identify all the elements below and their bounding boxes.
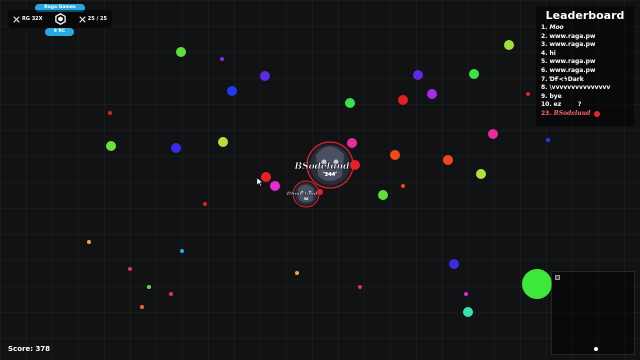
food-pellet (87, 240, 91, 244)
food-pellet (378, 190, 388, 200)
minimap-corner-marker (555, 275, 560, 280)
leaderboard-entry: 2. www.raga.pw (541, 32, 596, 40)
food-pellet (546, 138, 550, 142)
food-pellet (140, 305, 144, 309)
leaderboard-my-entry: 23. BSodeluud (541, 110, 629, 119)
mode-stat: RG 32X (13, 15, 43, 23)
food-pellet (463, 307, 473, 317)
player-name-small: BSodeluud (286, 191, 318, 197)
food-pellet (227, 86, 237, 96)
food-pellet (469, 69, 479, 79)
leaderboard-entry: 3. www.raga.pw (541, 41, 596, 49)
food-pellet (449, 259, 459, 269)
score-display: Score: 378 (8, 345, 50, 353)
crossed-swords-icon (13, 15, 20, 23)
food-pellet (171, 143, 181, 153)
food-pellet (218, 137, 228, 147)
food-pellet (443, 155, 453, 165)
food-pellet (464, 292, 468, 296)
food-pellet (347, 138, 357, 148)
food-pellet (358, 285, 362, 289)
minimap (551, 271, 635, 355)
food-pellet (176, 47, 186, 57)
players-label: 25 / 25 (87, 16, 107, 22)
food-pellet (260, 71, 270, 81)
food-pellet (413, 70, 423, 80)
food-pellet (106, 141, 116, 151)
leaderboard: Leaderboard 1. Moo 2. www.raga.pw 3. www.ra… (536, 6, 634, 126)
my-color-dot (594, 111, 601, 118)
settings-hex-button[interactable] (55, 13, 66, 25)
food-pellet (390, 150, 400, 160)
food-pellet (401, 184, 405, 188)
score-label: Score: (8, 345, 33, 353)
hexagon-icon (55, 13, 66, 25)
food-pellet (180, 249, 184, 253)
leaderboard-entry: 9. bye (541, 92, 562, 100)
score-value: 378 (35, 345, 51, 353)
food-pellet (128, 267, 132, 271)
food-pellet (169, 292, 173, 296)
minimap-player-dot (594, 347, 598, 351)
leaderboard-title: Leaderboard (545, 9, 625, 22)
leaderboard-entry: 7. ƊҒ≺ϟDark (541, 75, 584, 83)
players-icon (79, 15, 86, 23)
players-stat: 25 / 25 (79, 15, 107, 23)
food-pellet (526, 92, 530, 96)
region-badge[interactable]: 9 RC (45, 28, 74, 36)
leaderboard-entry: 4. hi (541, 49, 556, 57)
ejected-mass (317, 189, 323, 195)
enemy-cell (522, 269, 552, 299)
mode-label: RG 32X (22, 16, 43, 22)
player-mass-large: 244 (325, 172, 336, 178)
player-name-large: BSodeluud (294, 162, 351, 172)
food-pellet (295, 271, 299, 275)
food-pellet (427, 89, 437, 99)
food-pellet (147, 285, 151, 289)
food-pellet (398, 95, 408, 105)
food-pellet (108, 111, 112, 115)
leaderboard-entry: 5. www.raga.pw (541, 58, 596, 66)
leaderboard-entry: 6. www.raga.pw (541, 66, 596, 74)
leaderboard-entry: 10. ez ? (541, 101, 582, 109)
ejected-mass (350, 160, 360, 170)
food-pellet (345, 98, 355, 108)
leaderboard-entry: 1. Moo (541, 24, 564, 31)
leaderboard-entry: 8. \vvvvvvvvvvvvvvv (541, 84, 611, 92)
mouse-cursor-icon (257, 178, 263, 186)
food-pellet (476, 169, 486, 179)
food-pellet (504, 40, 514, 50)
food-pellet (220, 57, 224, 61)
food-pellet (488, 129, 498, 139)
food-pellet (203, 202, 207, 206)
player-mass-small: 56 (304, 197, 309, 201)
food-pellet (270, 181, 280, 191)
server-panel: RG 32X 25 / 25 (8, 10, 112, 28)
